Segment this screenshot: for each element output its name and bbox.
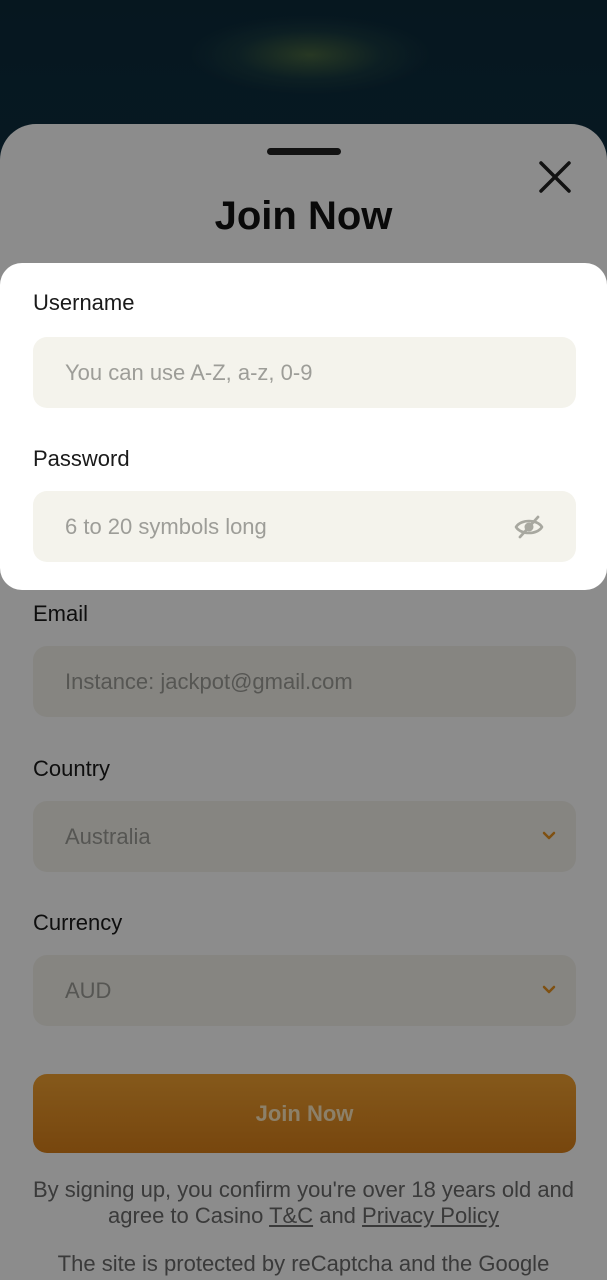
recaptcha-text: The site is protected by reCaptcha and t…: [57, 1251, 550, 1276]
password-label: Password: [33, 446, 130, 471]
page-title: Join Now: [214, 194, 393, 238]
country-value: Australia: [65, 823, 151, 849]
currency-value: AUD: [65, 977, 112, 1003]
country-label: Country: [33, 756, 111, 781]
email-label: Email: [33, 601, 89, 626]
country-select[interactable]: Australia: [33, 801, 576, 872]
currency-select[interactable]: AUD: [33, 955, 576, 1026]
tc-link[interactable]: T&C: [269, 1203, 313, 1228]
email-field[interactable]: Instance: jackpot@gmail.com: [33, 646, 576, 717]
password-field[interactable]: 6 to 20 symbols long: [33, 491, 576, 562]
chevron-down-icon: [542, 985, 556, 994]
drag-handle[interactable]: [267, 148, 341, 155]
email-placeholder: Instance: jackpot@gmail.com: [65, 668, 353, 694]
join-now-button[interactable]: Join Now: [33, 1074, 576, 1153]
privacy-policy-link[interactable]: Privacy Policy: [362, 1203, 499, 1228]
username-field[interactable]: You can use A-Z, a-z, 0-9: [33, 337, 576, 408]
highlight-panel: Username You can use A-Z, a-z, 0-9 Passw…: [0, 263, 607, 590]
legal-and: and: [319, 1203, 356, 1228]
currency-label: Currency: [33, 910, 123, 935]
password-placeholder: 6 to 20 symbols long: [65, 513, 267, 539]
username-placeholder: You can use A-Z, a-z, 0-9: [65, 359, 313, 385]
legal-text: By signing up, you confirm you're over 1…: [30, 1177, 577, 1229]
eye-off-icon[interactable]: [514, 513, 544, 541]
chevron-down-icon: [542, 831, 556, 840]
username-label: Username: [33, 290, 135, 315]
